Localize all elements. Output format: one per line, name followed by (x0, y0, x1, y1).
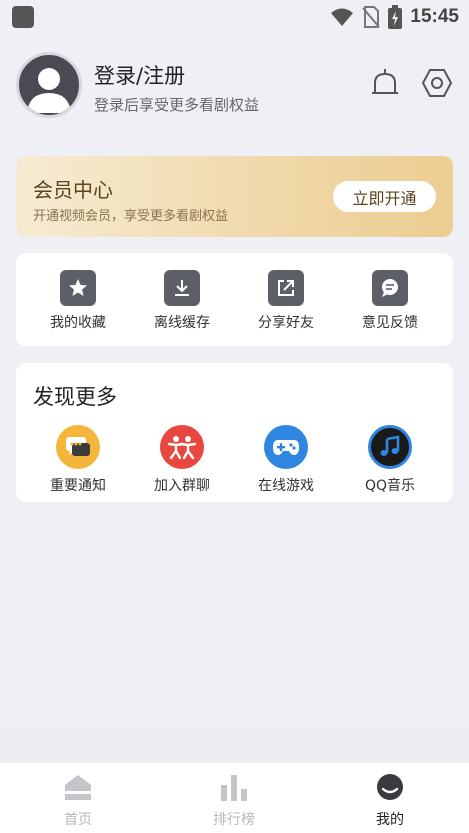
tab-label: 排行榜 (213, 812, 255, 828)
tab-home[interactable]: 首页 (28, 773, 128, 829)
app-notification-icon (12, 6, 34, 28)
share-icon (268, 270, 304, 306)
avatar[interactable] (16, 52, 82, 118)
tab-label: 我的 (376, 812, 404, 828)
vip-subtitle: 开通视频会员，享受更多看剧权益 (33, 209, 229, 224)
quick-item-label: 意见反馈 (362, 315, 418, 331)
gamepad-icon (264, 425, 308, 469)
login-register-link[interactable]: 登录/注册 (94, 60, 185, 90)
quick-item-favorites[interactable]: 我的收藏 (28, 270, 128, 332)
profile-header: 登录/注册 登录后享受更多看剧权益 (16, 52, 456, 120)
quick-item-share[interactable]: 分享好友 (236, 270, 336, 332)
vip-center-card[interactable]: 会员中心 开通视频会员，享受更多看剧权益 立即开通 (16, 156, 453, 237)
music-note-icon (368, 425, 412, 469)
user-face-icon (377, 774, 403, 800)
default-user-icon (27, 68, 71, 113)
download-icon (164, 270, 200, 306)
quick-actions-card: 我的收藏 离线缓存 分享好友 意见反馈 (16, 253, 453, 346)
bar-chart-icon (221, 775, 247, 801)
quick-item-label: 离线缓存 (154, 315, 210, 331)
bell-icon (372, 69, 398, 94)
discover-item-label: 在线游戏 (258, 478, 314, 494)
tab-ranking[interactable]: 排行榜 (184, 773, 284, 829)
tab-label: 首页 (64, 812, 92, 828)
status-time: 15:45 (410, 6, 459, 27)
status-indicators: 15:45 (330, 4, 459, 30)
battery-charging-icon (388, 5, 403, 29)
discover-item-music[interactable]: QQ音乐 (340, 425, 440, 495)
star-icon (60, 270, 96, 306)
settings-button[interactable] (420, 66, 454, 100)
discover-item-games[interactable]: 在线游戏 (236, 425, 336, 495)
discover-item-label: 重要通知 (50, 478, 106, 494)
quick-item-label: 我的收藏 (50, 315, 106, 331)
discover-item-group[interactable]: 加入群聊 (132, 425, 232, 495)
tab-mine[interactable]: 我的 (340, 773, 440, 829)
discover-title: 发现更多 (33, 385, 117, 409)
discover-card: 发现更多 重要通知 加入群聊 在线游戏 QQ音乐 (16, 363, 453, 502)
chat-bubble-icon (56, 425, 100, 469)
quick-item-feedback[interactable]: 意见反馈 (340, 270, 440, 332)
group-icon (160, 425, 204, 469)
discover-item-label: 加入群聊 (154, 478, 210, 494)
quick-item-label: 分享好友 (258, 315, 314, 331)
feedback-icon (372, 270, 408, 306)
no-sim-icon (362, 6, 381, 28)
bottom-tab-bar: 首页 排行榜 我的 (0, 763, 469, 833)
open-vip-button[interactable]: 立即开通 (333, 181, 436, 212)
quick-item-offline-cache[interactable]: 离线缓存 (132, 270, 232, 332)
notification-button[interactable] (368, 66, 402, 100)
settings-hexagon-icon (421, 69, 453, 97)
discover-item-label: QQ音乐 (364, 478, 416, 494)
home-icon (65, 775, 91, 800)
login-subtitle: 登录后享受更多看剧权益 (94, 96, 260, 114)
vip-title: 会员中心 (33, 178, 113, 202)
status-bar: 15:45 (0, 0, 469, 34)
discover-item-notice[interactable]: 重要通知 (28, 425, 128, 495)
wifi-icon (331, 8, 354, 26)
